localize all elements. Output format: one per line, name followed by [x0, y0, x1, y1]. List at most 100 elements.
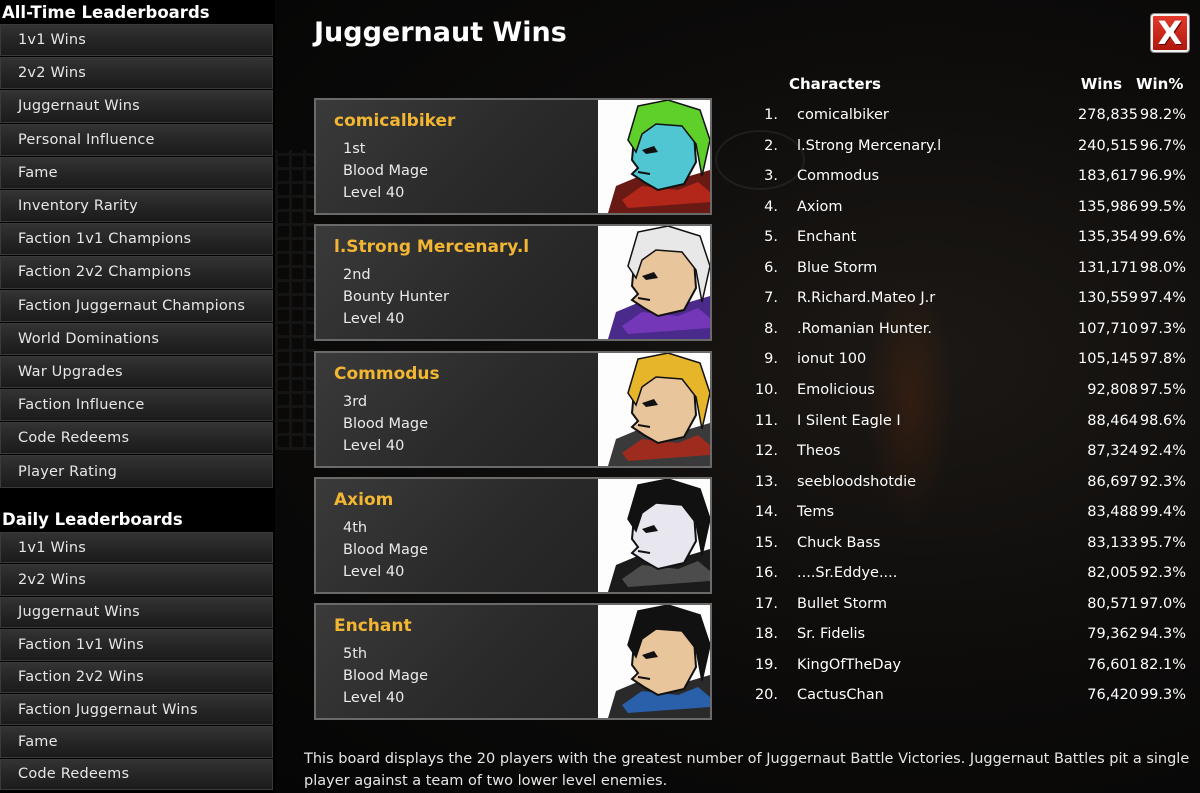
table-row[interactable]: 18. Sr. Fidelis 79,362 94.3% — [740, 626, 1190, 656]
row-wins: 105,145 — [1078, 351, 1138, 368]
table-row[interactable]: 3. Commodus 183,617 96.9% — [740, 168, 1190, 198]
character-portrait — [598, 353, 710, 466]
row-character-name: Commodus — [797, 168, 880, 185]
row-character-name: Bullet Storm — [797, 595, 888, 612]
sidebar-item-alltime-faction-1v1-champions[interactable]: Faction 1v1 Champions — [0, 223, 273, 256]
row-character-name: comicalbiker — [797, 107, 889, 123]
sidebar-item-alltime-faction-2v2-champions[interactable]: Faction 2v2 Champions — [0, 256, 273, 289]
sidebar-item-label: Faction Juggernaut Champions — [18, 297, 246, 314]
sidebar-item-label: Faction 2v2 Wins — [18, 669, 144, 686]
top-player-card[interactable]: Axiom 4th Blood Mage Level 40 — [314, 477, 712, 594]
row-rank: 3. — [764, 168, 778, 185]
sidebar-item-alltime-fame[interactable]: Fame — [0, 156, 273, 189]
row-wins: 107,710 — [1078, 320, 1138, 337]
sidebar-item-label: Personal Influence — [18, 131, 155, 148]
sidebar-item-daily-1v1-wins[interactable]: 1v1 Wins — [0, 532, 273, 564]
table-row[interactable]: 12. Theos 87,324 92.4% — [740, 443, 1190, 473]
row-rank: 13. — [754, 473, 778, 490]
sidebar-item-alltime-code-redeems[interactable]: Code Redeems — [0, 422, 273, 455]
sidebar-item-label: Player Rating — [18, 463, 118, 480]
sidebar-item-daily-code-redeems[interactable]: Code Redeems — [0, 758, 273, 791]
row-win-percent: 99.5% — [1139, 198, 1186, 215]
row-rank: 16. — [754, 565, 778, 582]
character-portrait — [598, 100, 710, 213]
row-character-name: ionut 100 — [797, 351, 867, 368]
sidebar-item-alltime-inventory-rarity[interactable]: Inventory Rarity — [0, 189, 273, 223]
card-player-level: Level 40 — [343, 564, 405, 580]
table-row[interactable]: 5. Enchant 135,354 99.6% — [740, 229, 1190, 259]
card-player-rank: 4th — [343, 520, 368, 536]
sidebar-item-label: War Upgrades — [18, 363, 123, 380]
table-row[interactable]: 16. ....Sr.Eddye.... 82,005 92.3% — [740, 565, 1190, 595]
table-row[interactable]: 20. CactusChan 76,420 99.3% — [740, 687, 1190, 717]
daily-leaderboards-title: Daily Leaderboards — [2, 510, 183, 529]
table-row[interactable]: 19. KingOfTheDay 76,601 82.1% — [740, 657, 1190, 687]
table-row[interactable]: 17. Bullet Storm 80,571 97.0% — [740, 596, 1190, 626]
winpct-header: Win% — [1136, 75, 1184, 93]
top-player-card[interactable]: Enchant 5th Blood Mage Level 40 — [314, 603, 712, 720]
table-row[interactable]: 7. R.Richard.Mateo J.r 130,559 97.4% — [740, 290, 1190, 320]
row-wins: 135,986 — [1078, 198, 1138, 215]
table-row[interactable]: 2. l.Strong Mercenary.l 240,515 96.7% — [740, 138, 1190, 168]
row-rank: 20. — [754, 687, 778, 704]
row-rank: 18. — [754, 626, 778, 643]
sidebar-item-daily-2v2-wins[interactable]: 2v2 Wins — [0, 564, 273, 596]
card-player-rank: 1st — [343, 141, 366, 157]
row-rank: 17. — [754, 595, 778, 612]
row-character-name: Sr. Fidelis — [797, 626, 866, 643]
sidebar-item-daily-faction-2v2-wins[interactable]: Faction 2v2 Wins — [0, 661, 273, 693]
card-player-class: Blood Mage — [343, 416, 429, 432]
sidebar-item-alltime-personal-influence[interactable]: Personal Influence — [0, 123, 273, 156]
sidebar-item-daily-faction-1v1-wins[interactable]: Faction 1v1 Wins — [0, 629, 273, 661]
sidebar-item-alltime-war-upgrades[interactable]: War Upgrades — [0, 355, 273, 389]
row-win-percent: 98.0% — [1139, 259, 1186, 276]
table-row[interactable]: 4. Axiom 135,986 99.5% — [740, 199, 1190, 229]
row-rank: 6. — [764, 259, 778, 276]
row-character-name: Enchant — [797, 229, 857, 246]
card-player-name: Axiom — [334, 490, 394, 510]
row-character-name: Blue Storm — [797, 259, 878, 276]
row-win-percent: 95.7% — [1139, 534, 1186, 551]
row-wins: 240,515 — [1078, 137, 1138, 154]
character-portrait — [598, 479, 710, 592]
sidebar-item-alltime-faction-influence[interactable]: Faction Influence — [0, 389, 273, 422]
character-portrait — [598, 605, 710, 718]
table-row[interactable]: 15. Chuck Bass 83,133 95.7% — [740, 535, 1190, 565]
alltime-leaderboards-title: All-Time Leaderboards — [2, 3, 210, 22]
sidebar-item-daily-faction-juggernaut-wins[interactable]: Faction Juggernaut Wins — [0, 693, 273, 726]
top-player-card[interactable]: Commodus 3rd Blood Mage Level 40 — [314, 351, 712, 468]
sidebar-item-alltime-player-rating[interactable]: Player Rating — [0, 455, 273, 488]
row-win-percent: 98.6% — [1139, 412, 1186, 429]
close-button[interactable]: X — [1151, 14, 1189, 52]
top-player-card[interactable]: comicalbiker 1st Blood Mage Level 40 — [314, 98, 712, 215]
row-wins: 80,571 — [1087, 595, 1138, 612]
table-row[interactable]: 11. I Silent Eagle I 88,464 98.6% — [740, 413, 1190, 443]
row-character-name: Tems — [797, 504, 834, 521]
row-win-percent: 99.3% — [1139, 687, 1186, 704]
top-player-card[interactable]: l.Strong Mercenary.l 2nd Bounty Hunter Leve… — [314, 224, 712, 341]
sidebar-item-label: 2v2 Wins — [18, 572, 87, 589]
row-win-percent: 99.6% — [1139, 229, 1186, 246]
card-player-name: l.Strong Mercenary.l — [334, 237, 530, 257]
row-wins: 92,808 — [1087, 381, 1138, 398]
sidebar-item-daily-juggernaut-wins[interactable]: Juggernaut Wins — [0, 596, 273, 629]
table-row[interactable]: 1. comicalbiker 278,835 98.2% — [740, 107, 1190, 137]
sidebar-item-daily-fame[interactable]: Fame — [0, 726, 273, 758]
sidebar-item-alltime-world-dominations[interactable]: World Dominations — [0, 322, 273, 355]
table-row[interactable]: 14. Tems 83,488 99.4% — [740, 504, 1190, 534]
card-player-name: comicalbiker — [334, 111, 456, 131]
table-row[interactable]: 6. Blue Storm 131,171 98.0% — [740, 260, 1190, 290]
characters-header: Characters — [789, 75, 881, 93]
table-row[interactable]: 9. ionut 100 105,145 97.8% — [740, 351, 1190, 381]
sidebar-item-alltime-juggernaut-wins[interactable]: Juggernaut Wins — [0, 90, 273, 123]
sidebar-item-alltime-faction-juggernaut-champions[interactable]: Faction Juggernaut Champions — [0, 289, 273, 322]
sidebar-item-alltime-1v1-wins[interactable]: 1v1 Wins — [0, 24, 273, 57]
row-win-percent: 94.3% — [1139, 626, 1186, 643]
table-row[interactable]: 8. .Romanian Hunter. 107,710 97.3% — [740, 321, 1190, 351]
table-row[interactable]: 13. seebloodshotdie 86,697 92.3% — [740, 474, 1190, 504]
sidebar-item-label: Faction 1v1 Wins — [18, 636, 144, 653]
table-row[interactable]: 10. Emolicious 92,808 97.5% — [740, 382, 1190, 412]
row-rank: 11. — [754, 412, 778, 429]
sidebar-item-alltime-2v2-wins[interactable]: 2v2 Wins — [0, 57, 273, 90]
row-win-percent: 97.3% — [1139, 320, 1186, 337]
